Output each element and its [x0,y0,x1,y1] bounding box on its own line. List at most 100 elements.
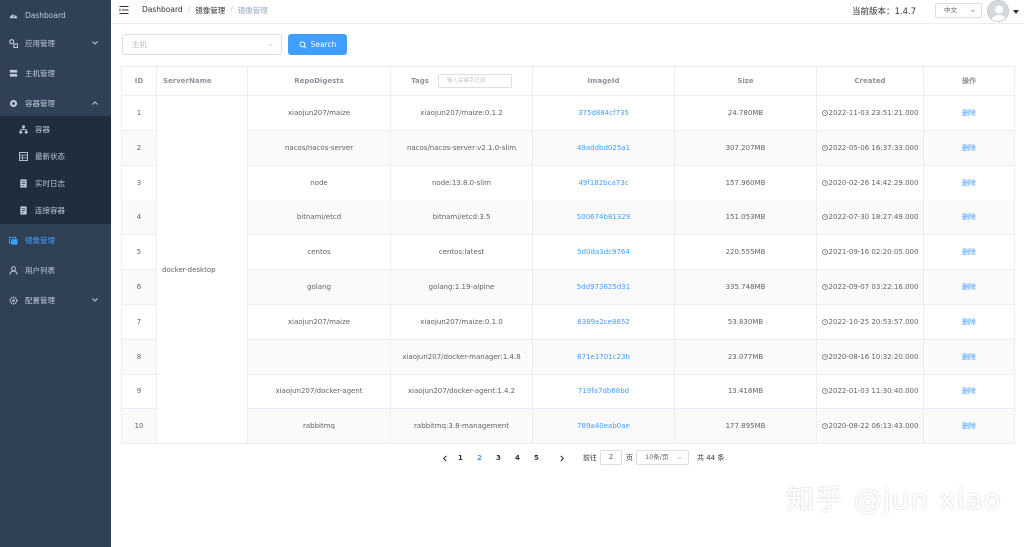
cell-image-id[interactable]: 719fa7db68bd [533,374,675,409]
pagination-page[interactable]: 5 [534,454,548,462]
breadcrumb: Dashboard / 镜像管理 / 镜像管理 [142,5,268,16]
cell-image-id[interactable]: 5d0da3dc9764 [533,235,675,270]
sidebar-item-dashboard[interactable]: Dashboard [0,0,111,30]
delete-button[interactable]: 删除 [924,409,1014,443]
sidebar-item-label: 连接容器 [35,206,65,215]
cell-repo: bitnami/etcd [248,200,391,235]
cell-tag: rabbitmq:3.8-management [391,409,533,444]
delete-button[interactable]: 删除 [924,305,1014,339]
log-icon [19,179,28,188]
language-select[interactable]: 中文 [935,3,982,18]
pagination-goto-input[interactable]: 2 [600,450,622,465]
table-row: 2 nacos/nacos-server nacos/nacos-server:v2… [122,130,1014,166]
sidebar-item-label: 最新状态 [35,152,65,161]
sidebar-item-containers[interactable]: 容器管理 [0,88,111,118]
user-avatar-icon [991,5,1007,21]
cell-image-id[interactable]: 375d884cf735 [533,96,675,130]
delete-button[interactable]: 删除 [924,374,1014,408]
cell-image-id[interactable]: 671e1701c23b [533,339,675,374]
cell-image-id[interactable]: 49addbd025a1 [533,130,675,165]
sidebar-item-label: 实时日志 [35,179,65,188]
cell-size: 157.960MB [675,165,817,200]
pagination-page[interactable]: 3 [496,454,510,462]
watermark: 知乎 @jun xiao [786,483,1002,516]
pagination-next-button[interactable] [555,451,569,465]
cell-id: 2 [122,130,157,165]
caret-down-icon[interactable] [1013,10,1019,14]
pagination-goto-label: 前往 [583,454,597,462]
delete-button[interactable]: 删除 [924,270,1014,304]
cell-size: 307.207MB [675,130,817,165]
table-row: 4 bitnami/etcd bitnami/etcd:3.5 500674b8132… [122,200,1014,236]
delete-button[interactable]: 删除 [924,200,1014,234]
sidebar-item-users[interactable]: 用户列表 [0,255,111,285]
delete-button[interactable]: 删除 [924,235,1014,269]
cell-image-id[interactable]: 500674b81329 [533,200,675,235]
delete-button[interactable]: 删除 [924,131,1014,165]
sidebar-item-hosts[interactable]: 主机管理 [0,58,111,88]
delete-button[interactable]: 删除 [924,166,1014,200]
cell-id: 4 [122,200,157,235]
pagination-page-current[interactable]: 2 [477,454,491,462]
cell-tag: centos:latest [391,235,533,270]
top-navbar: Dashboard / 镜像管理 / 镜像管理 当前版本：1.4.7 中文 [111,0,1024,24]
server-icon [9,69,18,78]
pagination-page[interactable]: 4 [515,454,529,462]
sidebar-subitem-logs[interactable]: 实时日志 [0,170,111,197]
delete-button[interactable]: 删除 [924,340,1014,374]
search-button[interactable]: Search [288,34,347,55]
terminal-icon [19,206,28,215]
breadcrumb-item[interactable]: 镜像管理 [195,5,225,16]
cell-created: 2022-07-30 18:27:49.000 [817,200,924,235]
breadcrumb-separator: / [187,5,191,14]
sidebar-item-label: 应用管理 [25,38,55,48]
cell-repo: node [248,165,391,200]
column-header-server: ServerName [157,67,248,96]
cell-image-id[interactable]: 789a40eab0ae [533,409,675,444]
cell-repo [248,339,391,374]
cell-created: 2022-01-03 11:30:40.000 [817,374,924,409]
sidebar-item-settings[interactable]: 配置管理 [0,285,111,315]
breadcrumb-item[interactable]: Dashboard [142,5,183,16]
delete-button[interactable]: 删除 [924,96,1014,130]
created-text: 2022-07-30 18:27:49.000 [828,213,919,222]
cell-size: 13.418MB [675,374,817,409]
pagination-page[interactable]: 1 [458,454,472,462]
sidebar-subitem-container[interactable]: 容器 [0,116,111,143]
cell-repo: xiaojun207/maize [248,96,391,130]
table-row: 5 centos centos:latest 5d0da3dc9764 220.555M… [122,235,1014,271]
sidebar-subitem-status[interactable]: 最新状态 [0,143,111,170]
table-row: 8 xiaojun207/docker-manager:1.4.8 671e1701… [122,339,1014,375]
cell-created: 2022-11-03 23:51:21.000 [817,96,924,130]
cell-tag: xiaojun207/maize:0.1.0 [391,304,533,339]
sidebar-item-apps[interactable]: 应用管理 [0,28,111,58]
cell-tag: xiaojun207/docker-manager:1.4.8 [391,339,533,374]
page-size-select[interactable]: 10条/页 [636,450,689,465]
cell-image-id[interactable]: 5dd973625d31 [533,270,675,304]
version-label: 当前版本：1.4.7 [852,7,917,17]
cell-image-id[interactable]: 49f182bca73c [533,165,675,200]
clock-icon [821,144,828,151]
chevron-right-icon [560,455,565,461]
column-header-size: Size [675,67,817,96]
host-select[interactable]: 主机 [122,34,282,55]
sidebar-item-label: 配置管理 [25,295,55,305]
avatar[interactable] [987,0,1009,22]
table-row: 9 xiaojun207/docker-agent xiaojun207/docke… [122,374,1014,410]
cell-size: 23.077MB [675,339,817,374]
sidebar-item-images[interactable]: 镜像管理 [0,225,111,255]
sidebar-item-label: 镜像管理 [25,235,55,245]
sidebar-item-label: 用户列表 [25,265,55,275]
pagination-prev-button[interactable] [438,451,452,465]
cell-created: 2020-08-16 10:32:20.000 [817,339,924,374]
tags-filter-input[interactable]: 输入关键字过滤 [437,74,512,88]
cell-image-id[interactable]: 6389a2ce8652 [533,304,675,339]
column-header-id: ID [122,67,157,96]
cell-id: 8 [122,339,157,374]
sidebar-subitem-connect[interactable]: 连接容器 [0,197,111,224]
cell-tag: bitnami/etcd:3.5 [391,200,533,235]
cell-repo: centos [248,235,391,270]
hamburger-icon[interactable] [119,5,129,15]
breadcrumb-separator: / [230,5,233,14]
cell-id: 10 [122,409,157,444]
